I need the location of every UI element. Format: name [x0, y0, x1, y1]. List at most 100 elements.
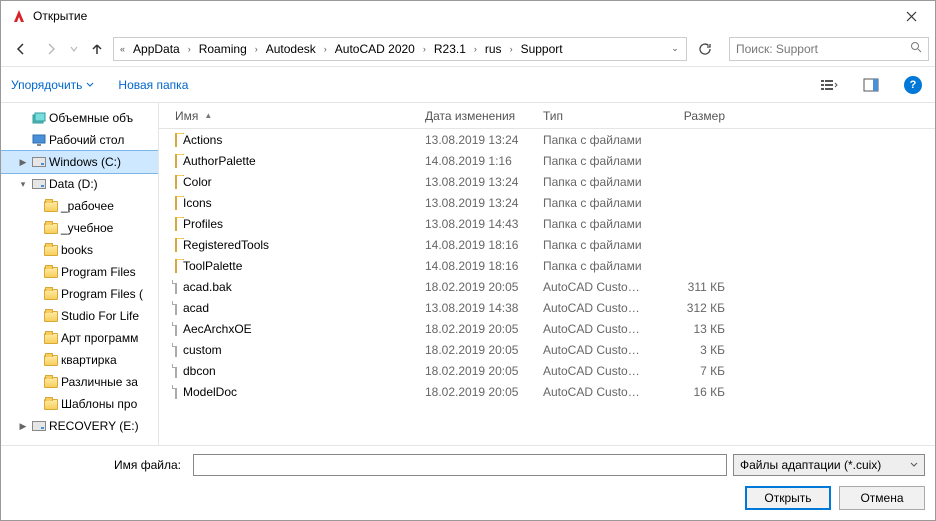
filename-input[interactable] — [193, 454, 727, 476]
file-row[interactable]: RegisteredTools14.08.2019 18:16Папка с ф… — [159, 234, 935, 255]
breadcrumb-seg[interactable]: rus — [481, 42, 506, 56]
tree-item[interactable]: ▶ Windows (C:) — [1, 151, 158, 173]
tree-item-label: Program Files — [61, 265, 136, 279]
expand-toggle[interactable]: ▶ — [17, 421, 29, 432]
new-folder-button[interactable]: Новая папка — [118, 78, 188, 92]
forward-button[interactable] — [37, 35, 65, 63]
tree-item-label: Windows (C:) — [49, 155, 121, 169]
file-row[interactable]: ToolPalette14.08.2019 18:16Папка с файла… — [159, 255, 935, 276]
file-row[interactable]: AecArchxOE18.02.2019 20:05AutoCAD Custom… — [159, 318, 935, 339]
tree-item[interactable]: _учебное — [1, 217, 158, 239]
file-row[interactable]: custom18.02.2019 20:05AutoCAD Custom...3… — [159, 339, 935, 360]
file-row[interactable]: Profiles13.08.2019 14:43Папка с файлами — [159, 213, 935, 234]
breadcrumb-seg[interactable]: Autodesk — [262, 42, 320, 56]
tree-item[interactable]: Program Files — [1, 261, 158, 283]
file-type: Папка с файлами — [535, 238, 653, 252]
breadcrumb-seg[interactable]: AutoCAD 2020 — [331, 42, 419, 56]
col-header-date[interactable]: Дата изменения — [417, 109, 535, 123]
help-button[interactable]: ? — [901, 73, 925, 97]
file-list: Имя ▲ Дата изменения Тип Размер Actions1… — [159, 103, 935, 445]
open-button[interactable]: Открыть — [745, 486, 831, 510]
expand-toggle[interactable]: ▾ — [17, 179, 29, 190]
file-row[interactable]: dbcon18.02.2019 20:05AutoCAD Custom...7 … — [159, 360, 935, 381]
folder-icon — [175, 133, 177, 147]
breadcrumb-seg[interactable]: Roaming — [195, 42, 251, 56]
breadcrumb-seg[interactable]: R23.1 — [430, 42, 470, 56]
tree-item[interactable]: _рабочее — [1, 195, 158, 217]
file-size: 7 КБ — [653, 364, 733, 378]
file-row[interactable]: acad.bak18.02.2019 20:05AutoCAD Custom..… — [159, 276, 935, 297]
tree-item[interactable]: ▾ Data (D:) — [1, 173, 158, 195]
chevron-down-icon[interactable]: ⌄ — [666, 43, 684, 54]
file-type: Папка с файлами — [535, 154, 653, 168]
expand-toggle[interactable]: ▶ — [17, 157, 29, 168]
tree-item[interactable]: Объемные объ — [1, 107, 158, 129]
file-row[interactable]: Actions13.08.2019 13:24Папка с файлами — [159, 129, 935, 150]
organize-menu[interactable]: Упорядочить — [11, 78, 94, 92]
tree-item[interactable]: Арт программ — [1, 327, 158, 349]
col-header-size[interactable]: Размер — [653, 109, 733, 123]
preview-pane-button[interactable] — [859, 73, 883, 97]
file-icon — [175, 343, 177, 357]
tree-item[interactable]: Program Files ( — [1, 283, 158, 305]
breadcrumb-seg[interactable]: Support — [517, 42, 567, 56]
chevron-down-icon — [910, 458, 918, 472]
file-icon — [175, 280, 177, 294]
file-name: ToolPalette — [183, 259, 242, 273]
breadcrumb[interactable]: « AppData› Roaming› Autodesk› AutoCAD 20… — [113, 37, 687, 61]
col-header-name[interactable]: Имя ▲ — [159, 109, 417, 123]
breadcrumb-seg[interactable]: AppData — [129, 42, 184, 56]
tree-item-label: Studio For Life — [61, 309, 139, 323]
view-options-button[interactable] — [817, 73, 841, 97]
back-button[interactable] — [7, 35, 35, 63]
file-date: 13.08.2019 13:24 — [417, 196, 535, 210]
tree-item-label: Арт программ — [61, 331, 138, 345]
tree-item-label: _учебное — [61, 221, 113, 235]
file-name: dbcon — [183, 364, 216, 378]
tree-item-label: Рабочий стол — [49, 133, 124, 147]
filter-label: Файлы адаптации (*.cuix) — [740, 458, 910, 472]
file-size: 13 КБ — [653, 322, 733, 336]
file-date: 13.08.2019 14:38 — [417, 301, 535, 315]
col-header-type[interactable]: Тип — [535, 109, 653, 123]
up-button[interactable] — [83, 35, 111, 63]
close-button[interactable] — [891, 1, 931, 31]
file-type: AutoCAD Custom... — [535, 385, 653, 399]
tree-item[interactable]: Различные за — [1, 371, 158, 393]
drive-icon — [31, 176, 47, 192]
file-size: 311 КБ — [653, 280, 733, 294]
search-placeholder: Поиск: Support — [736, 42, 910, 56]
history-dropdown[interactable] — [67, 45, 81, 53]
refresh-button[interactable] — [693, 37, 717, 61]
file-row[interactable]: acad13.08.2019 14:38AutoCAD Custom...312… — [159, 297, 935, 318]
chevron-left-double-icon[interactable]: « — [116, 44, 129, 54]
column-headers: Имя ▲ Дата изменения Тип Размер — [159, 103, 935, 129]
file-row[interactable]: AuthorPalette14.08.2019 1:16Папка с файл… — [159, 150, 935, 171]
tree-item[interactable]: books — [1, 239, 158, 261]
tree-item[interactable]: Studio For Life — [1, 305, 158, 327]
window-title: Открытие — [33, 9, 891, 23]
cancel-button[interactable]: Отмена — [839, 486, 925, 510]
drive-icon — [31, 418, 47, 434]
tree-item[interactable]: Рабочий стол — [1, 129, 158, 151]
tree-item[interactable]: ▶RECOVERY (E:) — [1, 415, 158, 437]
help-icon: ? — [904, 76, 922, 94]
tree-item-label: Data (D:) — [49, 177, 98, 191]
file-date: 18.02.2019 20:05 — [417, 343, 535, 357]
folder-icon — [43, 396, 59, 412]
content: Объемные объ Рабочий стол ▶ Windows (C:) ▾ Da… — [1, 103, 935, 445]
folder-tree[interactable]: Объемные объ Рабочий стол ▶ Windows (C:) ▾ Da… — [1, 103, 159, 445]
file-size: 16 КБ — [653, 385, 733, 399]
file-type: Папка с файлами — [535, 259, 653, 273]
tree-item[interactable]: квартирка — [1, 349, 158, 371]
file-date: 13.08.2019 13:24 — [417, 175, 535, 189]
file-row[interactable]: Icons13.08.2019 13:24Папка с файлами — [159, 192, 935, 213]
tree-item[interactable]: Шаблоны про — [1, 393, 158, 415]
file-row[interactable]: Color13.08.2019 13:24Папка с файлами — [159, 171, 935, 192]
file-icon — [175, 364, 177, 378]
file-name: acad — [183, 301, 209, 315]
search-input[interactable]: Поиск: Support — [729, 37, 929, 61]
filetype-filter[interactable]: Файлы адаптации (*.cuix) — [733, 454, 925, 476]
file-row[interactable]: ModelDoc18.02.2019 20:05AutoCAD Custom..… — [159, 381, 935, 402]
file-icon — [175, 385, 177, 399]
